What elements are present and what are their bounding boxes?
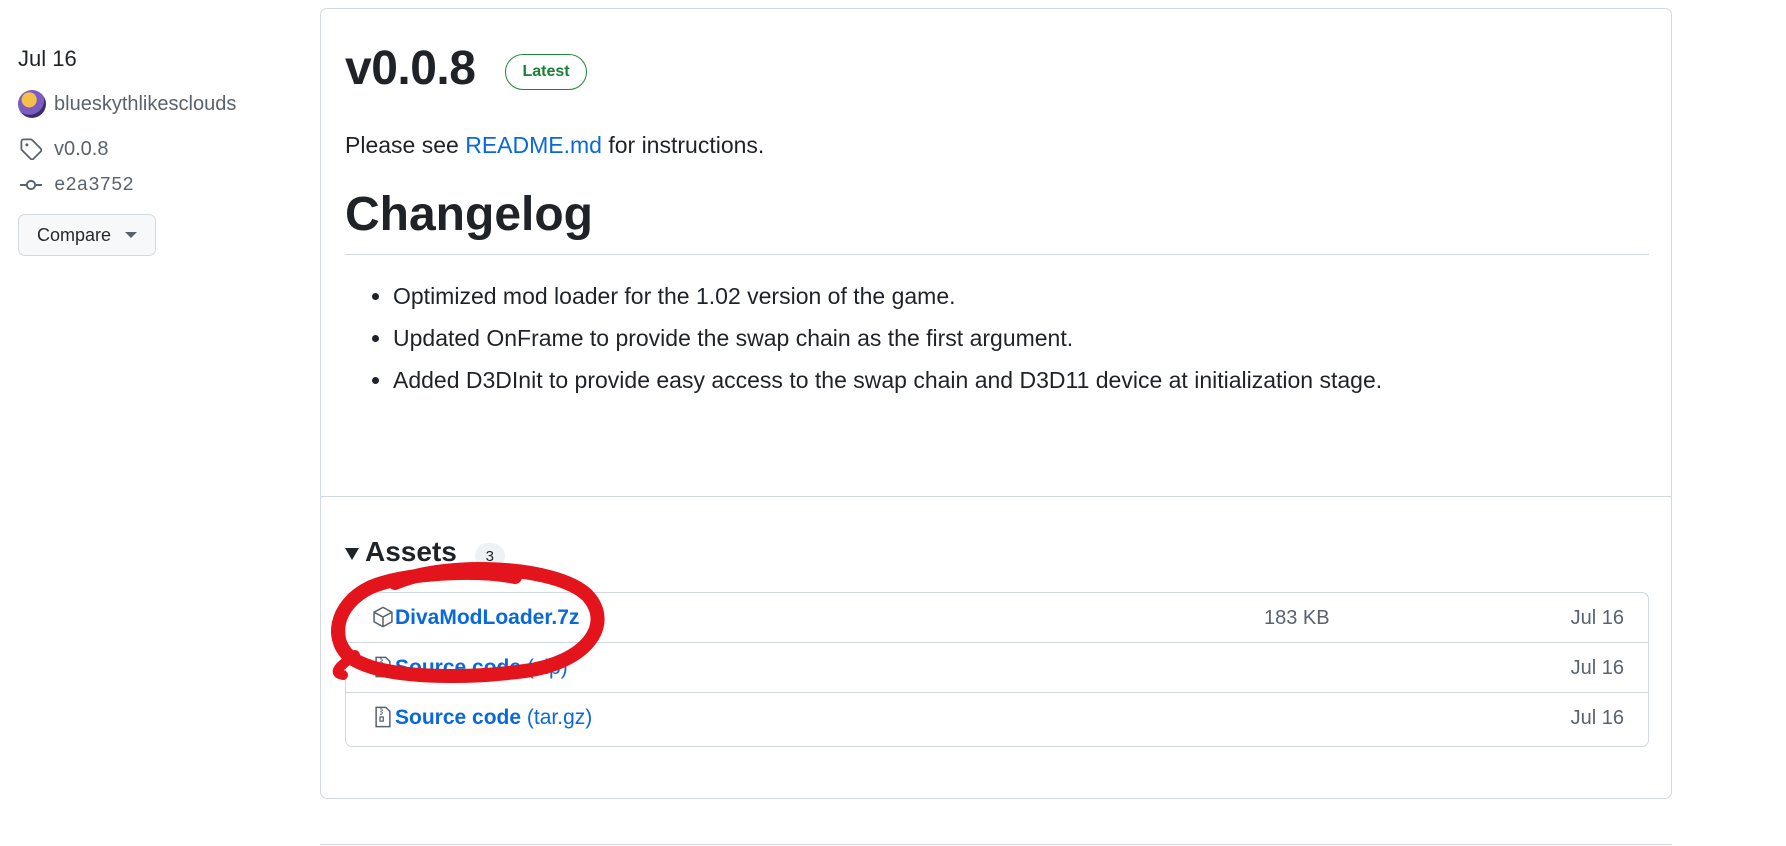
release-title[interactable]: v0.0.8 — [345, 41, 476, 96]
release-header: v0.0.8 Latest — [345, 41, 1649, 96]
assets-toggle[interactable]: Assets 3 — [345, 535, 505, 569]
changelog-heading: Changelog — [345, 187, 1649, 255]
asset-ext[interactable]: (zip) — [527, 656, 568, 679]
section-divider — [321, 496, 1671, 497]
assets-title: Assets — [365, 536, 457, 567]
release-date: Jul 16 — [18, 46, 77, 71]
asset-row: Source code (zip) Jul 16 — [346, 643, 1648, 693]
file-zip-icon — [372, 705, 394, 729]
asset-link[interactable]: Source code (zip) — [395, 656, 568, 680]
tag-icon — [18, 136, 44, 162]
compare-label: Compare — [37, 224, 112, 245]
commit-sha[interactable]: e2a3752 — [54, 174, 134, 196]
git-commit-icon — [18, 172, 44, 198]
asset-row: Source code (tar.gz) Jul 16 — [346, 693, 1648, 743]
release-card: v0.0.8 Latest Please see README.md for i… — [320, 8, 1672, 799]
tag-row[interactable]: v0.0.8 — [18, 136, 298, 162]
intro-text-after: for instructions. — [601, 132, 765, 158]
asset-link[interactable]: Source code (tar.gz) — [395, 706, 592, 730]
asset-date: Jul 16 — [1570, 707, 1624, 729]
asset-date: Jul 16 — [1570, 657, 1624, 679]
file-zip-icon — [372, 655, 394, 679]
asset-name[interactable]: DivaModLoader.7z — [395, 606, 579, 629]
changelog-item: Added D3DInit to provide easy access to … — [393, 359, 1649, 401]
latest-badge: Latest — [505, 53, 587, 90]
asset-name[interactable]: Source code — [395, 706, 521, 729]
release-body: v0.0.8 Latest Please see README.md for i… — [345, 9, 1649, 401]
readme-link[interactable]: README.md — [465, 132, 602, 158]
changelog-list: Optimized mod loader for the 1.02 versio… — [345, 275, 1649, 401]
release-page: Jul 16 blueskythlikesclouds v0.0.8 e2a37… — [0, 0, 1786, 846]
asset-name[interactable]: Source code — [395, 656, 521, 679]
author-name[interactable]: blueskythlikesclouds — [54, 93, 236, 116]
triangle-down-icon — [345, 548, 359, 560]
avatar[interactable] — [18, 90, 46, 118]
tag-name[interactable]: v0.0.8 — [54, 138, 108, 161]
asset-link[interactable]: DivaModLoader.7z — [395, 606, 579, 630]
changelog-item: Updated OnFrame to provide the swap chai… — [393, 317, 1649, 359]
next-release-border — [320, 844, 1672, 845]
asset-row: DivaModLoader.7z 183 KB Jul 16 — [346, 593, 1648, 643]
author-row[interactable]: blueskythlikesclouds — [18, 90, 298, 118]
changelog-item: Optimized mod loader for the 1.02 versio… — [393, 275, 1649, 317]
assets-count-badge: 3 — [474, 543, 505, 569]
package-icon — [372, 605, 394, 629]
intro-text-before: Please see — [345, 132, 466, 158]
assets-list: DivaModLoader.7z 183 KB Jul 16 Source co… — [345, 592, 1649, 747]
release-intro: Please see README.md for instructions. — [345, 132, 1649, 159]
chevron-down-icon — [125, 232, 138, 238]
asset-size: 183 KB — [1264, 607, 1330, 629]
asset-ext[interactable]: (tar.gz) — [527, 706, 592, 729]
commit-row[interactable]: e2a3752 — [18, 172, 298, 198]
release-meta: Jul 16 blueskythlikesclouds v0.0.8 e2a37… — [18, 46, 298, 256]
asset-date: Jul 16 — [1570, 607, 1624, 629]
compare-button[interactable]: Compare — [18, 214, 157, 256]
